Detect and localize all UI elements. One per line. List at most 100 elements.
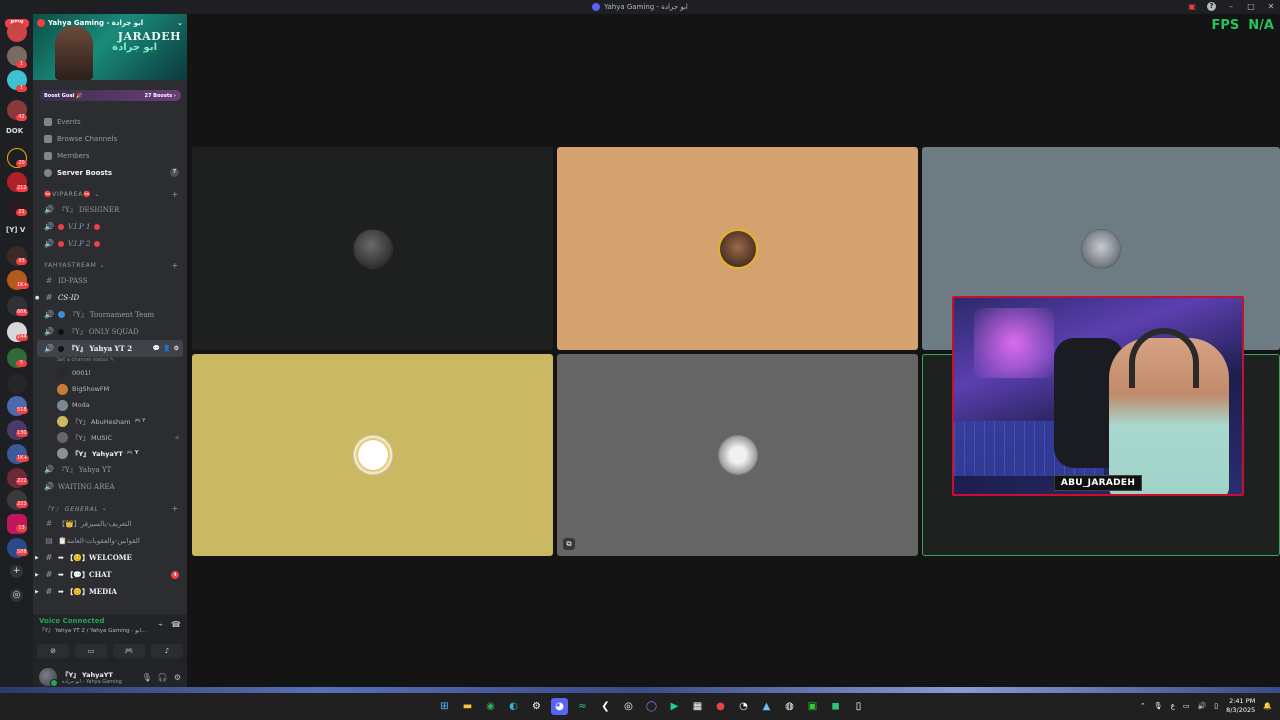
obs-icon[interactable]: ◎ — [620, 698, 637, 715]
soundboard-button[interactable]: ♪ — [151, 644, 183, 658]
activities-button[interactable]: 🎮 — [113, 644, 145, 658]
minimize-icon[interactable]: – — [1226, 1, 1236, 11]
menu-item-server-boosts[interactable]: Server Boosts 7 — [33, 164, 187, 181]
avatar — [352, 228, 393, 269]
noise-suppression-icon[interactable]: ⌁ — [158, 620, 163, 629]
server-icon[interactable] — [7, 374, 27, 394]
disconnect-icon[interactable]: ☎ — [171, 620, 181, 629]
participant-tile[interactable] — [192, 147, 553, 350]
server-icon[interactable] — [7, 22, 27, 42]
share-screen-button[interactable]: ▭ — [75, 644, 107, 658]
discord-icon[interactable]: ◕ — [551, 698, 568, 715]
user-info[interactable]: 『Y』 YahyaYT ابو جرادة - Yahya Gaming — [62, 669, 122, 685]
clock[interactable]: 2:41 PM 8/3/2025 — [1226, 697, 1255, 715]
language-icon[interactable]: ع — [1171, 702, 1175, 710]
channel-intro[interactable]: # 【👑】التعريف-بالسيرفر — [33, 515, 187, 532]
steam-icon[interactable]: ▲ — [758, 698, 775, 715]
steam-icon[interactable]: ⚙ — [528, 698, 545, 715]
channel-only-squad[interactable]: 🔊 『Y』 ONLY SQUAD — [33, 323, 187, 340]
channel-yahya-yt-2[interactable]: 🔊 『Y』 Yahya YT 2 💬 👤 ⚙ — [37, 340, 183, 357]
invite-icon[interactable]: 👤 — [163, 345, 170, 352]
voice-user[interactable]: 0001l — [33, 365, 187, 381]
banner-arabic-text: ابو جرادة — [112, 42, 157, 53]
chevron-up-icon[interactable]: ⌃ — [1140, 702, 1146, 710]
category-general[interactable]: 『Y』 GENERAL ⌄ + — [33, 501, 187, 515]
notepad-icon[interactable]: ▯ — [850, 698, 867, 715]
edge-icon[interactable]: ◐ — [505, 698, 522, 715]
volume-icon[interactable]: 🔊 — [1198, 702, 1207, 710]
channel-vip2[interactable]: 🔊 V.I.P 2 — [33, 235, 187, 252]
channel-cs-id[interactable]: ● # CS-ID — [33, 289, 187, 306]
category-viparea[interactable]: ⛔VIPAREA⛔ ⌄ + — [33, 187, 187, 201]
participant-tile[interactable] — [192, 354, 553, 556]
close-icon[interactable]: ✕ — [1266, 1, 1276, 11]
channel-yahya-yt[interactable]: 🔊 『Y』 Yahya YT — [33, 461, 187, 478]
boost-goal-bar[interactable]: Boost Goal 🎉 27 Boosts › — [39, 90, 181, 101]
channel-rules[interactable]: ▤ 📋القوانين-والعقوبات-العامة — [33, 532, 187, 549]
app-icon[interactable]: ▣ — [804, 698, 821, 715]
voice-user[interactable]: 『Y』 AbuHesham 🎮 Y — [33, 413, 187, 429]
channel-tournament-team[interactable]: 🔊 『Y』 Tournament Team — [33, 306, 187, 323]
server-badge: 130 — [16, 430, 28, 437]
voice-user[interactable]: Moda — [33, 397, 187, 413]
network-icon[interactable]: ▭ — [1183, 702, 1190, 710]
app-icon[interactable]: ◯ — [643, 698, 660, 715]
voice-location[interactable]: 『Y』 Yahya YT 2 / Yahya Gaming - ابو... — [39, 626, 146, 634]
inbox-icon[interactable]: ▣ — [1187, 1, 1197, 11]
app-icon[interactable]: ◔ — [735, 698, 752, 715]
app-icon[interactable]: ◼ — [827, 698, 844, 715]
help-icon[interactable]: ? — [1207, 1, 1216, 11]
voice-user[interactable]: 『Y』 YahyaYT 🎮 Y — [33, 445, 187, 461]
add-channel-icon[interactable]: + — [171, 190, 179, 199]
avatar[interactable] — [39, 668, 58, 687]
server-badge: 13 — [16, 525, 27, 532]
app-icon[interactable]: ◍ — [781, 698, 798, 715]
menu-item-members[interactable]: Members — [33, 147, 187, 164]
chat-icon[interactable]: 💬 — [153, 345, 160, 352]
add-channel-icon[interactable]: + — [171, 504, 179, 513]
chevron-down-icon[interactable]: ⌄ — [177, 19, 183, 27]
add-server-icon[interactable]: + — [10, 565, 23, 578]
app-icon[interactable]: ▶ — [666, 698, 683, 715]
notification-icon[interactable]: 🔔 — [1263, 702, 1272, 710]
set-channel-status[interactable]: Set a channel status ✎ — [33, 357, 187, 365]
menu-item-events[interactable]: Events — [33, 113, 187, 130]
app-icon[interactable]: ❮ — [597, 698, 614, 715]
category-yahyastream[interactable]: YAHYASTREAM ⌄ + — [33, 258, 187, 272]
server-header[interactable]: Yahya Gaming - ابو جرادة ⌄ — [37, 19, 183, 27]
voice-controls: ⌁ ☎ — [158, 620, 181, 629]
channel-chat[interactable]: ▶ # ➡ 【💬】CHAT 4 — [33, 566, 187, 583]
discover-icon[interactable]: ◎ — [10, 589, 23, 602]
channel-welcome[interactable]: ▶ # ➡ 【😊】WELCOME — [33, 549, 187, 566]
screen-share-icon[interactable]: ⧉ — [563, 538, 575, 550]
app-icon[interactable]: ▦ — [689, 698, 706, 715]
channel-waiting-area[interactable]: 🔊 WAITING AREA — [33, 478, 187, 495]
settings-icon[interactable]: ⚙ — [174, 345, 179, 352]
headphones-icon[interactable]: 🎧 — [158, 673, 168, 682]
channel-id-pass[interactable]: # ID-PASS — [33, 272, 187, 289]
mic-icon[interactable]: 🎙 — [1154, 702, 1163, 710]
mic-icon[interactable]: 🎙 — [142, 673, 152, 682]
channel-designer[interactable]: 🔊 『Y』 DESIGNER — [33, 201, 187, 218]
menu-item-browse-channels[interactable]: Browse Channels — [33, 130, 187, 147]
channel-vip1[interactable]: 🔊 V.I.P 1 — [33, 218, 187, 235]
app-icon[interactable]: ● — [712, 698, 729, 715]
gear-icon[interactable]: ⚙ — [174, 673, 181, 682]
battery-icon[interactable]: ▯ — [1214, 702, 1218, 710]
start-icon[interactable]: ⊞ — [436, 698, 453, 715]
server-dok-label[interactable]: DOK — [6, 127, 23, 135]
voice-user[interactable]: 『Y』 MUSIC ⌀ — [33, 429, 187, 445]
add-channel-icon[interactable]: + — [171, 261, 179, 270]
participant-tile[interactable]: ⧉ — [557, 354, 918, 556]
camera-off-button[interactable]: ⊘ — [37, 644, 69, 658]
chrome-icon[interactable]: ◉ — [482, 698, 499, 715]
file-explorer-icon[interactable]: ▬ — [459, 698, 476, 715]
voice-user[interactable]: BigShowFM — [33, 381, 187, 397]
voice-status[interactable]: Voice Connected — [39, 617, 105, 625]
channel-media[interactable]: ▶ # ➡ 【😊】MEDIA — [33, 583, 187, 600]
server-yv-label[interactable]: [Y] V — [6, 226, 25, 234]
maximize-icon[interactable]: □ — [1246, 1, 1256, 11]
participant-tile[interactable] — [557, 147, 918, 350]
app-icon[interactable]: ≈ — [574, 698, 591, 715]
stream-camera-overlay[interactable]: ABU_JARADEH — [952, 296, 1244, 496]
